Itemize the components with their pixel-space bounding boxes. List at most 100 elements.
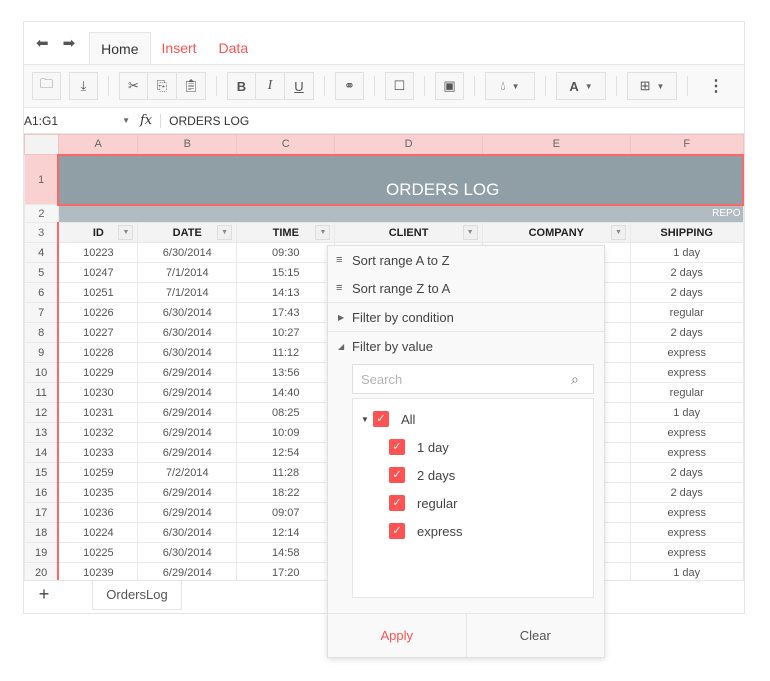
fill-color-icon[interactable]: 💧︎ ▼	[485, 72, 535, 100]
cell-date[interactable]: 6/29/2014	[137, 422, 238, 443]
cell-time[interactable]: 15:15	[236, 262, 336, 283]
more-icon[interactable]: ⋮	[708, 76, 724, 96]
paste-icon[interactable]: 📋︎	[177, 72, 206, 100]
search-input[interactable]	[361, 371, 571, 387]
cell-date[interactable]: 6/29/2014	[137, 502, 238, 523]
row-header[interactable]: 5	[24, 262, 59, 283]
cell-date[interactable]: 7/1/2014	[137, 282, 238, 303]
filter-dropdown-icon[interactable]: ▼	[315, 225, 331, 240]
cell-shipping[interactable]: express	[629, 442, 744, 463]
row-header[interactable]: 10	[24, 362, 59, 383]
tab-insert[interactable]: Insert	[151, 32, 208, 64]
cell-shipping[interactable]: express	[629, 422, 744, 443]
copy-icon[interactable]: ⎘	[148, 72, 177, 100]
column-header[interactable]: C	[236, 134, 336, 155]
cell-shipping[interactable]: regular	[629, 302, 744, 323]
cell-time[interactable]: 10:09	[236, 422, 336, 443]
formula-input[interactable]: ORDERS LOG	[169, 114, 249, 128]
cell-time[interactable]: 08:25	[236, 402, 336, 423]
column-header[interactable]: D	[334, 134, 483, 155]
cell-date[interactable]: 6/30/2014	[137, 302, 238, 323]
row-header[interactable]: 11	[24, 382, 59, 403]
cell-date[interactable]: 6/29/2014	[137, 362, 238, 383]
cell-shipping[interactable]: 2 days	[629, 282, 744, 303]
row-header[interactable]: 4	[24, 242, 59, 263]
cell-id[interactable]: 10224	[57, 522, 139, 543]
cell-shipping[interactable]: 2 days	[629, 322, 744, 343]
redo-icon[interactable]: ➡	[63, 34, 76, 52]
filter-dropdown-icon[interactable]: ▼	[217, 225, 233, 240]
cell-shipping[interactable]: regular	[629, 382, 744, 403]
undo-icon[interactable]: ⬅	[36, 34, 49, 52]
checkbox-value[interactable]: ✓ express	[353, 517, 593, 545]
cell-time[interactable]: 18:22	[236, 482, 336, 503]
cell-time[interactable]: 13:56	[236, 362, 336, 383]
italic-icon[interactable]: I	[256, 72, 285, 100]
borders-icon[interactable]: ⊞ ▼	[627, 72, 677, 100]
cell-id[interactable]: 10236	[57, 502, 139, 523]
cell-shipping[interactable]: 2 days	[629, 462, 744, 483]
checkbox-all[interactable]: ▼ ✓ All	[353, 405, 593, 433]
open-icon[interactable]: 🗀	[32, 72, 61, 100]
cell-id[interactable]: 10251	[57, 282, 139, 303]
row-header[interactable]: 7	[24, 302, 59, 323]
cell-date[interactable]: 6/30/2014	[137, 322, 238, 343]
column-header[interactable]: B	[137, 134, 238, 155]
cell-date[interactable]: 7/1/2014	[137, 262, 238, 283]
cell-shipping[interactable]: express	[629, 542, 744, 563]
cell-date[interactable]: 6/30/2014	[137, 342, 238, 363]
header-cell-client[interactable]: CLIENT ▼	[334, 222, 483, 243]
cell-id[interactable]: 10226	[57, 302, 139, 323]
cell-date[interactable]: 6/29/2014	[137, 402, 238, 423]
cell-shipping[interactable]: express	[629, 502, 744, 523]
cell-date[interactable]: 6/29/2014	[137, 382, 238, 403]
cell-time[interactable]: 12:54	[236, 442, 336, 463]
cell-id[interactable]: 10232	[57, 422, 139, 443]
cell-time[interactable]: 11:28	[236, 462, 336, 483]
cell-shipping[interactable]: 2 days	[629, 262, 744, 283]
subtitle-cell[interactable]: REPO	[57, 204, 744, 223]
cell-id[interactable]: 10230	[57, 382, 139, 403]
sort-a-to-z[interactable]: ≡ Sort range A to Z	[328, 246, 604, 274]
cut-icon[interactable]: ✂	[119, 72, 148, 100]
header-cell-company[interactable]: COMPANY ▼	[481, 222, 631, 243]
underline-icon[interactable]: U	[285, 72, 314, 100]
cell-id[interactable]: 10233	[57, 442, 139, 463]
column-header[interactable]: A	[57, 134, 139, 155]
cell-time[interactable]: 14:13	[236, 282, 336, 303]
cell-id[interactable]: 10229	[57, 362, 139, 383]
cell-time[interactable]: 12:14	[236, 522, 336, 543]
apply-button[interactable]: Apply	[328, 614, 467, 657]
row-header[interactable]: 2	[24, 204, 59, 223]
bold-icon[interactable]: B	[227, 72, 256, 100]
cell-id[interactable]: 10228	[57, 342, 139, 363]
sort-z-to-a[interactable]: ≡ Sort range Z to A	[328, 274, 604, 302]
cell-shipping[interactable]: 1 day	[629, 242, 744, 263]
cell-date[interactable]: 6/30/2014	[137, 542, 238, 563]
row-header[interactable]: 1	[24, 154, 59, 205]
text-color-icon[interactable]: A ▼	[556, 72, 606, 100]
tab-data[interactable]: Data	[208, 32, 260, 64]
cell-time[interactable]: 09:30	[236, 242, 336, 263]
cell-id[interactable]: 10227	[57, 322, 139, 343]
cell-time[interactable]: 14:58	[236, 542, 336, 563]
cell-shipping[interactable]: express	[629, 342, 744, 363]
row-header[interactable]: 15	[24, 462, 59, 483]
cell-date[interactable]: 6/29/2014	[137, 482, 238, 503]
cell-id[interactable]: 10247	[57, 262, 139, 283]
cell-time[interactable]: 14:40	[236, 382, 336, 403]
row-header[interactable]: 8	[24, 322, 59, 343]
filter-dropdown-icon[interactable]: ▼	[462, 225, 478, 240]
cell-time[interactable]: 11:12	[236, 342, 336, 363]
row-header[interactable]: 18	[24, 522, 59, 543]
column-header[interactable]: E	[481, 134, 631, 155]
header-cell-time[interactable]: TIME ▼	[236, 222, 336, 243]
clear-button[interactable]: Clear	[467, 614, 605, 657]
cell-id[interactable]: 10259	[57, 462, 139, 483]
row-header[interactable]: 17	[24, 502, 59, 523]
collapse-icon[interactable]: ▼	[361, 415, 373, 424]
row-header[interactable]: 12	[24, 402, 59, 423]
cell-time[interactable]: 17:43	[236, 302, 336, 323]
cell-shipping[interactable]: 2 days	[629, 482, 744, 503]
checkbox-value[interactable]: ✓ regular	[353, 489, 593, 517]
